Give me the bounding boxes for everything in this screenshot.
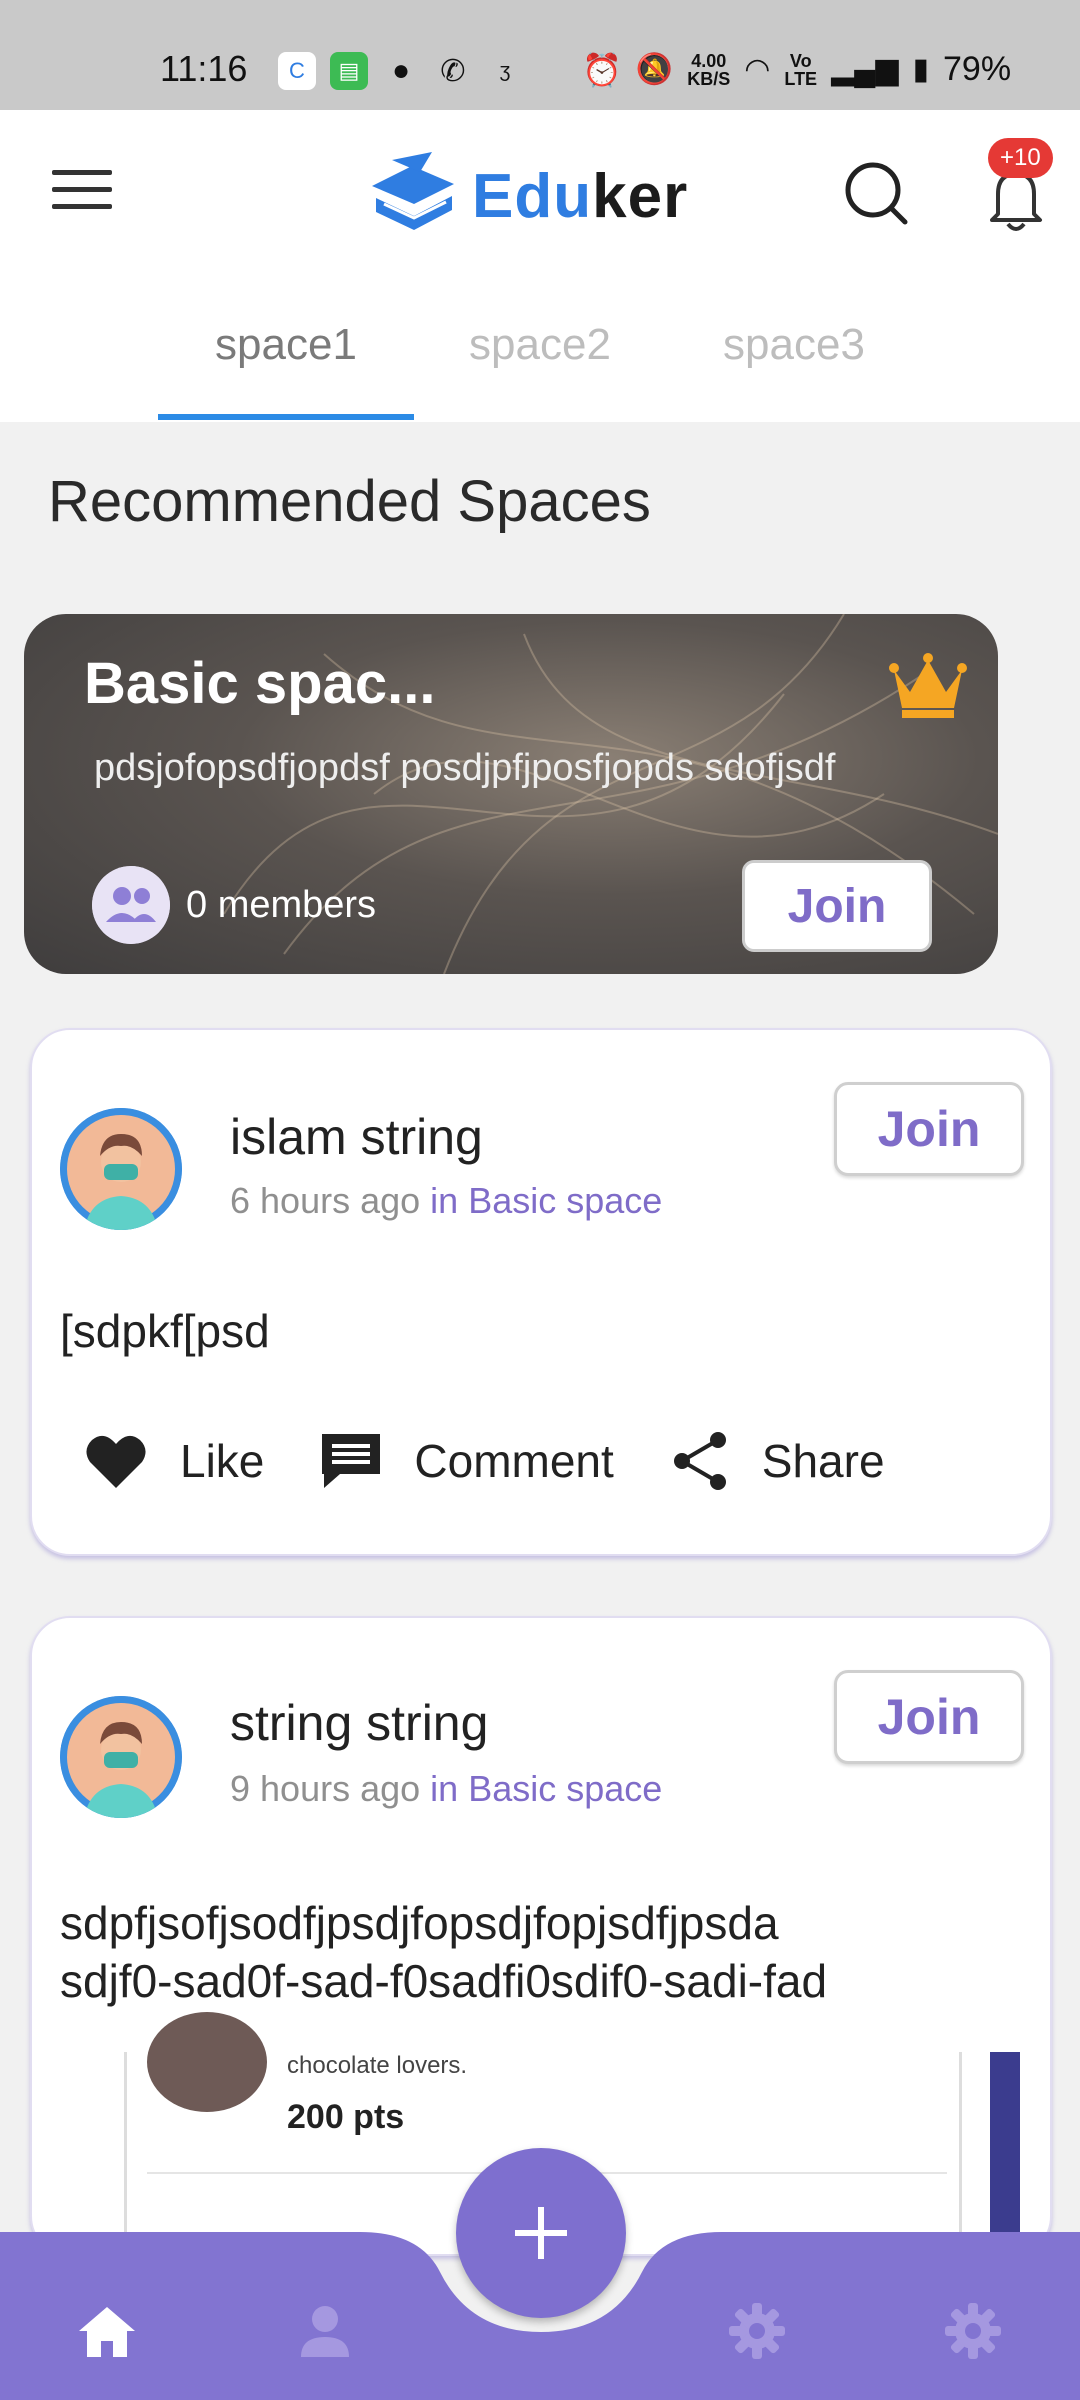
post-meta: 6 hours ago in Basic space [230,1180,662,1222]
wifi-icon: ◠ [744,53,771,86]
nav-home[interactable] [72,2296,142,2366]
share-label: Share [761,1435,885,1487]
comment-label: Comment [414,1435,614,1487]
join-button[interactable]: Join [834,1082,1024,1176]
like-label: Like [180,1435,265,1487]
nav-settings-1[interactable] [722,2296,792,2366]
add-post-button[interactable] [456,2148,626,2318]
space-tabs: space1 space2 space3 [0,280,1080,422]
embed-side-bar [990,2052,1020,2252]
home-icon [79,2307,135,2357]
like-button[interactable]: Like [84,1432,264,1490]
notification-icons: C ▤ ● ✆ ʒ [278,52,524,90]
search-icon[interactable] [843,160,909,226]
tab-space2[interactable]: space2 [412,320,668,370]
author-avatar[interactable] [60,1108,182,1230]
post-body: [sdpkf[psd [60,1305,270,1357]
alarm-icon: ⏰ [582,51,622,88]
settings-icon [945,2303,1001,2359]
logo-text-edu: Edu [472,161,593,231]
status-bar: 11:16 C ▤ ● ✆ ʒ ⏰ 🔕 4.00 KB/S ◠ Vo LTE ▂… [0,0,1080,110]
logo-book-icon [372,152,454,230]
post-time: 9 hours ago [230,1768,421,1809]
settings-icon [729,2303,785,2359]
app-logo: Eduker [362,146,688,246]
phone-icon: ✆ [440,54,466,88]
battery-percent: 79% [943,50,1012,88]
post-card: islam string 6 hours ago in Basic space … [30,1028,1052,1556]
author-avatar[interactable] [60,1696,182,1818]
post-space-link[interactable]: in Basic space [430,1180,662,1221]
app-icon: ● [391,54,411,87]
app-small-icon: ʒ [499,59,511,82]
join-button[interactable]: Join [834,1670,1024,1764]
app-header: Eduker +10 [0,110,1080,280]
app-c-icon: C [278,52,316,90]
doctor-avatar-icon [60,1696,182,1818]
space-description: pdsjofopsdfjopdsf posdjpfjposfjopds sdof… [94,747,836,789]
volte-indicator: Vo LTE [784,50,818,89]
system-icons: ⏰ 🔕 4.00 KB/S ◠ Vo LTE ▂▄▆ ▮ 79% [582,50,1011,89]
author-name[interactable]: string string [230,1694,488,1752]
group-icon [92,866,170,944]
messages-icon: ▤ [330,52,368,90]
tab-indicator [158,414,414,420]
embed-points: 200 pts [287,2098,405,2136]
status-time: 11:16 [160,48,248,89]
doctor-avatar-icon [60,1108,182,1230]
signal-icon: ▂▄▆ [831,53,899,86]
tab-space1[interactable]: space1 [158,320,414,370]
post-time: 6 hours ago [230,1180,421,1221]
post-actions: Like Comment Share [84,1430,941,1492]
comment-button[interactable]: Comment [320,1430,614,1492]
share-icon [673,1432,726,1490]
tab-space3[interactable]: space3 [666,320,922,370]
mute-icon: 🔕 [635,53,674,86]
share-button[interactable]: Share [670,1430,885,1492]
embed-thumbnail [147,2012,267,2112]
network-speed: 4.00 KB/S [687,50,731,89]
logo-text: Eduker [472,161,688,232]
post-body: sdpfjsofjsodfjpsdjfopsdjfopjsdfjpsda sdj… [60,1897,828,2007]
nav-settings-2[interactable] [938,2296,1008,2366]
crown-icon [889,653,967,718]
hamburger-menu-icon[interactable] [52,170,112,214]
post-space-link[interactable]: in Basic space [430,1768,662,1809]
section-title: Recommended Spaces [48,469,651,534]
person-icon [301,2306,349,2357]
post-meta: 9 hours ago in Basic space [230,1768,662,1810]
logo-text-ker: ker [592,161,689,231]
heart-icon [86,1435,146,1488]
space-card[interactable]: Basic spac... pdsjofopsdfjopdsf posdjpfj… [24,614,998,974]
author-name[interactable]: islam string [230,1108,483,1166]
battery-icon: ▮ [912,53,929,86]
notification-badge: +10 [988,138,1053,178]
space-join-button[interactable]: Join [742,860,932,952]
space-title: Basic spac... [84,651,436,716]
add-icon [515,2207,567,2259]
embed-snippet: chocolate lovers. [287,2052,468,2079]
members-count: 0 members [186,884,377,926]
comment-icon [322,1434,381,1488]
nav-profile[interactable] [290,2296,360,2366]
